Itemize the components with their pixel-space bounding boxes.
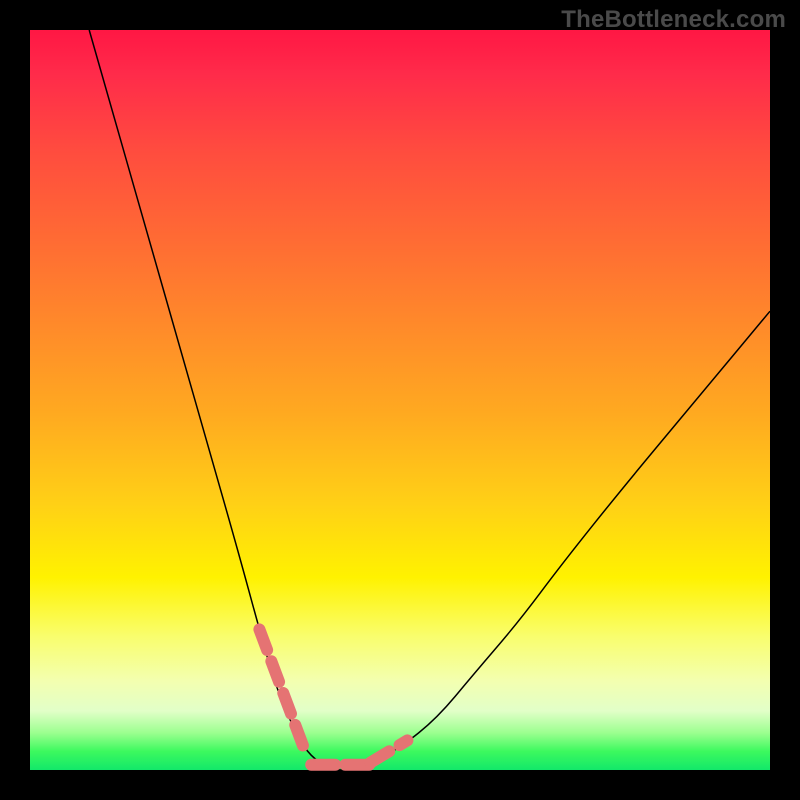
highlight-right-ascent [370, 740, 407, 762]
highlight-left-descent [259, 629, 303, 747]
plot-area [30, 30, 770, 770]
watermark-text: TheBottleneck.com [561, 6, 786, 34]
bottleneck-curve-line [89, 30, 770, 770]
curve-svg [30, 30, 770, 770]
chart-frame: TheBottleneck.com [0, 0, 800, 800]
